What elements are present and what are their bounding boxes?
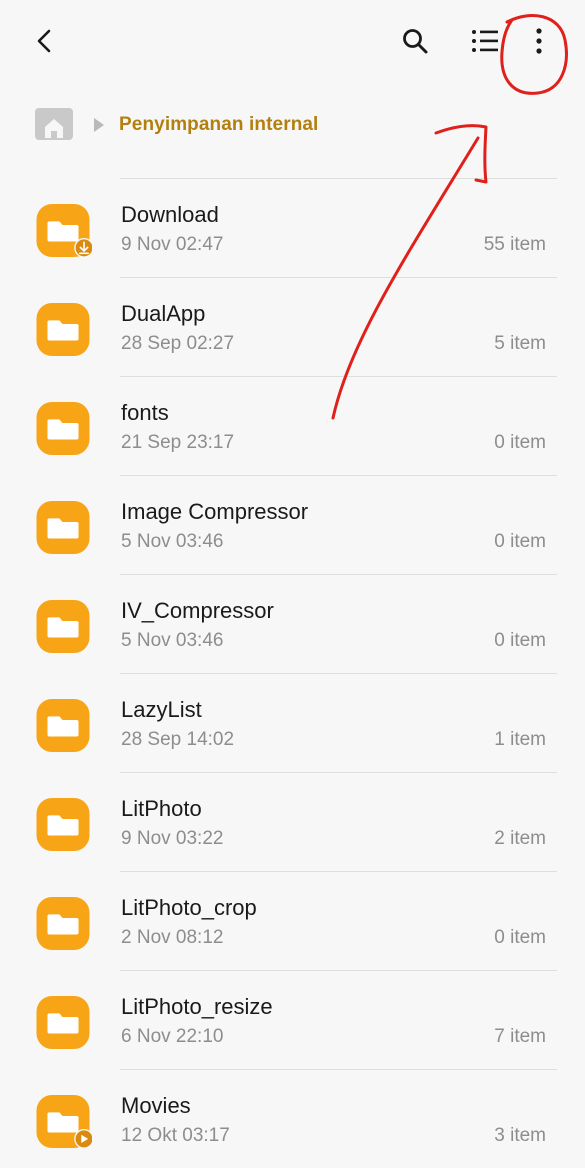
folder-item-count: 3 item [494,1125,546,1146]
folder-icon [36,699,90,752]
row-divider [120,178,557,179]
folder-item-count: 5 item [494,333,546,354]
folder-row[interactable]: Movies 12 Okt 03:17 3 item [0,1069,585,1168]
folder-row[interactable]: IV_Compressor 5 Nov 03:46 0 item [0,574,585,673]
folder-date: 12 Okt 03:17 [121,1125,230,1146]
row-divider [120,1069,557,1070]
folder-row[interactable]: DualApp 28 Sep 02:27 5 item [0,277,585,376]
row-divider [120,673,557,674]
folder-icon [36,303,90,356]
search-icon [403,29,428,54]
folder-icon [36,897,90,950]
row-divider [120,871,557,872]
folder-name: LitPhoto_crop [121,895,257,920]
folder-date: 28 Sep 02:27 [121,333,235,354]
folder-row[interactable]: LitPhoto 9 Nov 03:22 2 item [0,772,585,871]
triangle-right-icon [94,118,104,132]
row-divider [120,970,557,971]
more-options-button[interactable] [516,18,562,64]
folder-row[interactable]: Image Compressor 5 Nov 03:46 0 item [0,475,585,574]
back-chevron-icon [37,29,51,53]
folder-date: 21 Sep 23:17 [121,432,235,453]
folder-item-count: 0 item [494,630,546,651]
row-divider [120,277,557,278]
folder-item-count: 1 item [494,729,546,750]
folder-row[interactable]: fonts 21 Sep 23:17 0 item [0,376,585,475]
folder-icon [36,204,92,257]
row-divider [120,376,557,377]
folder-row[interactable]: LitPhoto_crop 2 Nov 08:12 0 item [0,871,585,970]
list-view-icon [472,30,498,52]
folder-date: 28 Sep 14:02 [121,729,235,750]
folder-row[interactable]: LazyList 28 Sep 14:02 1 item [0,673,585,772]
download-badge-icon [74,238,92,257]
folder-name: LitPhoto [121,796,202,821]
folder-icon [36,1095,92,1148]
folder-date: 9 Nov 03:22 [121,828,224,849]
folder-icon [36,501,90,554]
back-button[interactable] [22,18,68,64]
top-app-bar [0,0,585,86]
folder-icon [36,600,90,653]
search-button[interactable] [392,18,438,64]
row-divider [120,475,557,476]
folder-name: fonts [121,400,169,425]
more-vertical-icon [536,28,542,54]
folder-date: 5 Nov 03:46 [121,630,224,651]
folder-date: 2 Nov 08:12 [121,927,224,948]
list-view-button[interactable] [462,18,508,64]
breadcrumb-current-location[interactable]: Penyimpanan internal [119,114,318,136]
folder-row[interactable]: Download 9 Nov 02:47 55 item [0,178,585,277]
folder-name: Image Compressor [121,499,309,524]
folder-item-count: 0 item [494,432,546,453]
folder-date: 5 Nov 03:46 [121,531,224,552]
folder-name: IV_Compressor [121,598,274,623]
folder-icon [36,996,90,1049]
folder-icon [36,798,90,851]
folder-date: 6 Nov 22:10 [121,1026,224,1047]
folder-item-count: 2 item [494,828,546,849]
row-divider [120,574,557,575]
folder-item-count: 0 item [494,927,546,948]
folder-name: Download [121,202,219,227]
folder-row[interactable]: LitPhoto_resize 6 Nov 22:10 7 item [0,970,585,1069]
folder-name: LazyList [121,697,202,722]
row-divider [120,772,557,773]
video-badge-icon [74,1129,92,1148]
home-icon [45,119,63,138]
breadcrumb-home-button[interactable] [35,108,73,140]
folder-item-count: 7 item [494,1026,546,1047]
folder-name: DualApp [121,301,206,326]
folder-date: 9 Nov 02:47 [121,234,224,255]
folder-item-count: 0 item [494,531,546,552]
folder-name: LitPhoto_resize [121,994,273,1019]
folder-item-count: 55 item [483,234,546,255]
folder-name: Movies [121,1093,191,1118]
folder-list: Download 9 Nov 02:47 55 item DualApp 28 … [0,178,585,1168]
folder-icon [36,402,90,455]
